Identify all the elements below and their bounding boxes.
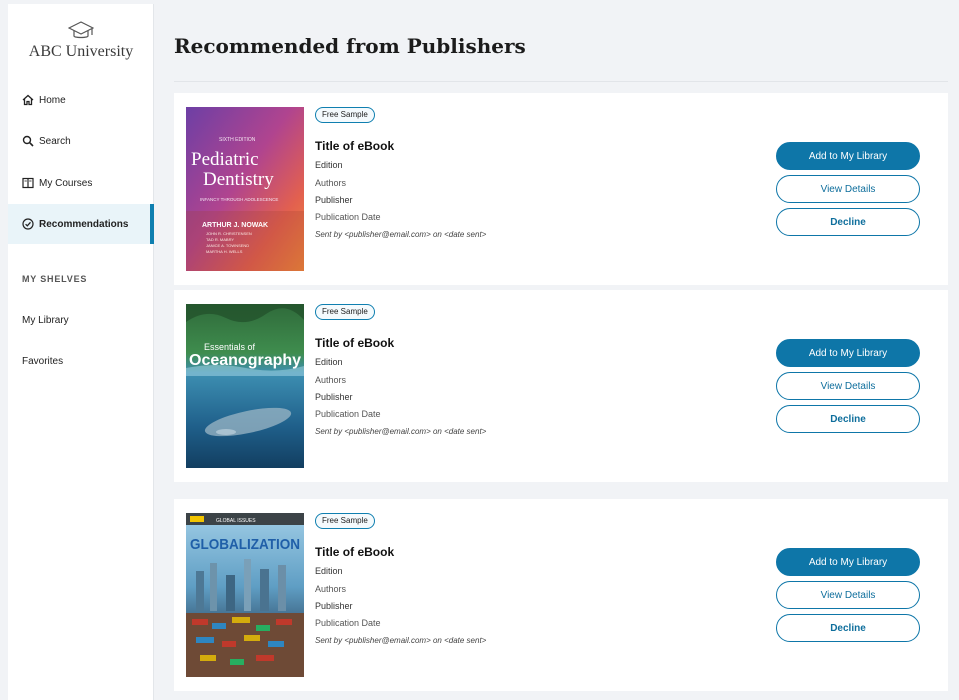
book-title[interactable]: Title of eBook xyxy=(315,139,394,153)
book-cover-pediatric-dentistry[interactable]: SIXTH EDITION Pediatric Dentistry INFANC… xyxy=(186,107,304,271)
decline-button[interactable]: Decline xyxy=(776,614,920,642)
page-title: Recommended from Publishers xyxy=(174,34,526,58)
book-title[interactable]: Title of eBook xyxy=(315,545,394,559)
home-icon xyxy=(22,94,34,106)
cover-series: GLOBAL ISSUES xyxy=(216,518,256,524)
cover-author: ARTHUR J. NOWAK xyxy=(202,222,268,229)
book-edition: Edition xyxy=(315,566,343,576)
nav-home[interactable]: Home xyxy=(8,80,154,120)
brand[interactable]: ABC University xyxy=(8,20,154,61)
book-cover-oceanography[interactable]: Essentials of Oceanography xyxy=(186,304,304,468)
cover-coauthor: JANICE A. TOWNSEND xyxy=(206,243,249,248)
book-publisher: Publisher xyxy=(315,392,353,402)
book-publication-date: Publication Date xyxy=(315,212,381,222)
cover-subtitle: INFANCY THROUGH ADOLESCENCE xyxy=(200,197,278,202)
book-publication-date: Publication Date xyxy=(315,409,381,419)
recommendation-card: Essentials of Oceanography Free Sample T… xyxy=(174,290,948,482)
free-sample-badge: Free Sample xyxy=(315,513,375,529)
book-authors: Authors xyxy=(315,584,347,594)
add-to-library-button[interactable]: Add to My Library xyxy=(776,142,920,170)
book-authors: Authors xyxy=(315,375,347,385)
add-to-library-button[interactable]: Add to My Library xyxy=(776,548,920,576)
sent-by-line: Sent by <publisher@email.com> on <date s… xyxy=(315,636,487,645)
add-to-library-button[interactable]: Add to My Library xyxy=(776,339,920,367)
graduation-cap-icon xyxy=(68,21,94,39)
cover-title-line-1: Pediatric xyxy=(191,149,259,170)
recommendation-card: SIXTH EDITION Pediatric Dentistry INFANC… xyxy=(174,93,948,285)
book-edition: Edition xyxy=(315,357,343,367)
brand-name: ABC University xyxy=(28,43,134,60)
nav-recommendations[interactable]: Recommendations xyxy=(8,204,154,244)
cover-coauthor: MARTHA H. WELLS xyxy=(206,249,243,254)
app-root: ABC University Home Search My Courses Re… xyxy=(0,0,959,700)
book-cover-globalization[interactable]: GLOBAL ISSUES GLOBALIZATION xyxy=(186,513,304,677)
nav-recommendations-label: Recommendations xyxy=(39,218,129,230)
nav-my-courses-label: My Courses xyxy=(39,177,93,189)
sent-by-line: Sent by <publisher@email.com> on <date s… xyxy=(315,230,487,239)
search-icon xyxy=(22,135,34,147)
decline-button[interactable]: Decline xyxy=(776,405,920,433)
free-sample-badge: Free Sample xyxy=(315,304,375,320)
cover-edition-line: SIXTH EDITION xyxy=(219,137,256,143)
cover-title-line-2: Dentistry xyxy=(203,169,274,190)
shelf-my-library[interactable]: My Library xyxy=(22,315,69,326)
main-content: Recommended from Publishers SIXTH EDITIO… xyxy=(158,0,959,700)
book-title[interactable]: Title of eBook xyxy=(315,336,394,350)
title-divider xyxy=(174,81,948,82)
sent-by-line: Sent by <publisher@email.com> on <date s… xyxy=(315,427,487,436)
book-edition: Edition xyxy=(315,160,343,170)
view-details-button[interactable]: View Details xyxy=(776,581,920,609)
book-authors: Authors xyxy=(315,178,347,188)
nav-search[interactable]: Search xyxy=(8,121,154,161)
decline-button[interactable]: Decline xyxy=(776,208,920,236)
sidebar: ABC University Home Search My Courses Re… xyxy=(8,4,154,700)
nav-my-courses[interactable]: My Courses xyxy=(8,163,154,203)
free-sample-badge: Free Sample xyxy=(315,107,375,123)
cover-title-line-1: Essentials of xyxy=(204,342,256,352)
shelves-heading: MY SHELVES xyxy=(22,274,88,284)
nav-search-label: Search xyxy=(39,135,71,147)
cover-coauthor: JOHN R. CHRISTENSEN xyxy=(206,231,252,236)
view-details-button[interactable]: View Details xyxy=(776,175,920,203)
book-publisher: Publisher xyxy=(315,195,353,205)
cover-title-line-2: Oceanography xyxy=(189,352,301,369)
book-publisher: Publisher xyxy=(315,601,353,611)
book-open-icon xyxy=(22,177,34,189)
nav-home-label: Home xyxy=(39,94,66,106)
recommendation-card: GLOBAL ISSUES GLOBALIZATION Free Sample … xyxy=(174,499,948,691)
recommendation-check-icon xyxy=(22,218,34,230)
view-details-button[interactable]: View Details xyxy=(776,372,920,400)
shelf-favorites[interactable]: Favorites xyxy=(22,356,63,367)
cover-coauthor: TAD R. MABRY xyxy=(206,237,234,242)
cover-title: GLOBALIZATION xyxy=(190,536,300,553)
book-publication-date: Publication Date xyxy=(315,618,381,628)
